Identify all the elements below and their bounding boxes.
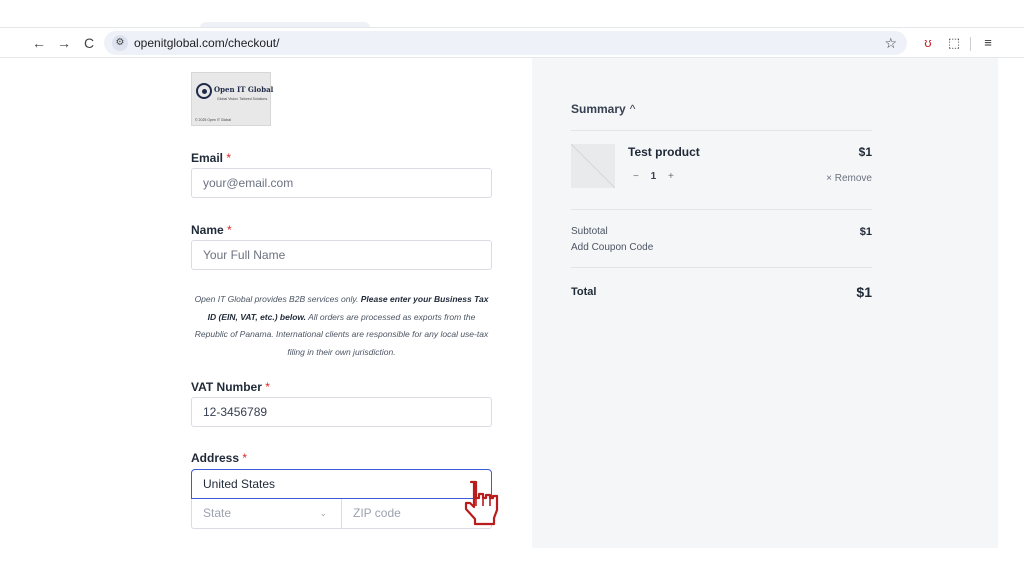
caret-up-icon: ^ xyxy=(629,102,636,116)
quantity-value: 1 xyxy=(650,171,657,182)
reload-icon[interactable]: C xyxy=(78,32,100,54)
extension-icon[interactable]: ʊ xyxy=(918,32,938,54)
order-summary-panel xyxy=(532,58,998,548)
site-logo[interactable]: Open IT Global Global Vision. Tailored S… xyxy=(191,72,274,126)
subtotal-value: $1 xyxy=(859,226,872,238)
required-marker: * xyxy=(242,451,248,465)
product-thumbnail xyxy=(571,144,615,188)
divider xyxy=(571,130,872,131)
email-field[interactable]: your@email.com xyxy=(191,168,492,198)
summary-toggle[interactable]: Summary ^ xyxy=(571,102,635,116)
logo-tagline: Global Vision. Tailored Solutions. xyxy=(217,97,269,101)
url-text[interactable]: openitglobal.com/checkout/ xyxy=(134,31,279,55)
toolbar-separator xyxy=(970,37,971,51)
browser-toolbar: ← → C ⚙ openitglobal.com/checkout/ ☆ ʊ ⬚… xyxy=(0,28,1024,58)
email-label: Email * xyxy=(191,151,232,165)
chevron-down-icon: ⌄ xyxy=(319,508,327,518)
back-icon[interactable]: ← xyxy=(28,32,50,54)
zip-code-field[interactable]: ZIP code xyxy=(353,499,401,528)
tab-strip xyxy=(0,0,1024,28)
logo-name: Open IT Global xyxy=(214,85,274,94)
divider xyxy=(571,267,872,268)
divider xyxy=(571,209,872,210)
address-bar[interactable]: ⚙ openitglobal.com/checkout/ ☆ xyxy=(104,31,907,55)
total-value: $1 xyxy=(856,284,872,300)
total-label: Total xyxy=(571,286,597,298)
product-name: Test product xyxy=(628,145,700,159)
country-select[interactable]: United States xyxy=(191,469,492,499)
name-field[interactable]: Your Full Name xyxy=(191,240,492,270)
subtotal-label: Subtotal xyxy=(571,226,608,237)
required-marker: * xyxy=(226,151,232,165)
quantity-stepper: − 1 + xyxy=(633,171,674,182)
required-marker: * xyxy=(265,380,270,394)
increase-quantity-button[interactable]: + xyxy=(668,171,674,182)
logo-copyright: © 2025 Open IT Global xyxy=(195,118,231,122)
forward-icon[interactable]: → xyxy=(53,32,75,54)
remove-item-button[interactable]: × Remove xyxy=(826,173,872,184)
bookmark-star-icon[interactable]: ☆ xyxy=(884,31,897,55)
image-placeholder-icon xyxy=(571,144,615,188)
extensions-puzzle-icon[interactable]: ⬚ xyxy=(944,32,964,54)
add-coupon-link[interactable]: Add Coupon Code xyxy=(571,242,653,253)
b2b-notice: Open IT Global provides B2B services onl… xyxy=(194,294,489,357)
product-price: $1 xyxy=(858,145,872,159)
site-info-icon[interactable]: ⚙ xyxy=(112,35,128,51)
hand-pointer-icon xyxy=(464,480,499,526)
required-marker: * xyxy=(227,223,232,237)
state-zip-row: State ⌄ ZIP code xyxy=(191,499,492,529)
vat-number-field[interactable]: 12-3456789 xyxy=(191,397,492,427)
vat-label: VAT Number * xyxy=(191,380,270,394)
state-select[interactable]: State ⌄ xyxy=(192,499,342,528)
address-label: Address * xyxy=(191,451,248,465)
logo-ring-icon xyxy=(196,83,212,99)
name-label: Name * xyxy=(191,223,232,237)
reading-list-icon[interactable]: ≡ xyxy=(978,32,998,54)
decrease-quantity-button[interactable]: − xyxy=(633,171,639,182)
